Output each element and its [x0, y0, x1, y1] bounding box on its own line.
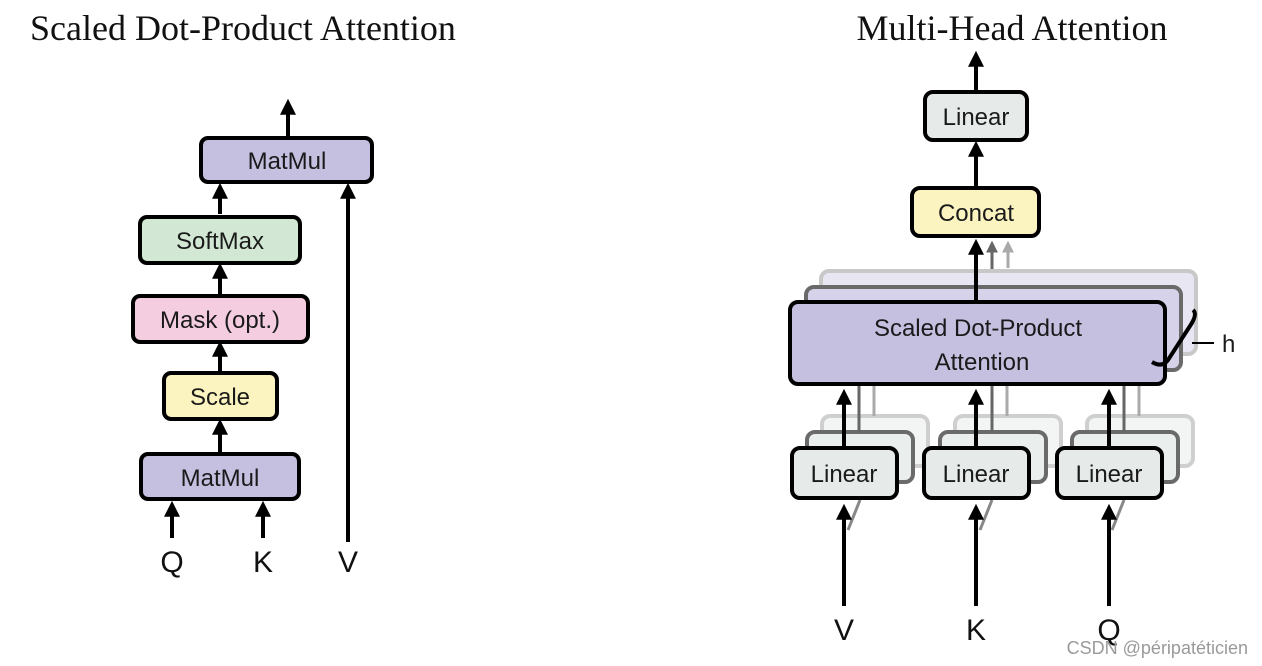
box-sdpa-label-2: Attention: [935, 349, 1030, 376]
box-mask: Mask (opt.): [131, 294, 310, 344]
input-q: Q: [160, 546, 183, 579]
left-title: Scaled Dot-Product Attention: [30, 8, 456, 48]
box-matmul-bottom: MatMul: [139, 452, 301, 501]
box-matmul-bottom-label: MatMul: [181, 465, 260, 492]
box-sdpa-label-1: Scaled Dot-Product: [874, 315, 1082, 342]
box-matmul-top-label: MatMul: [248, 148, 327, 175]
box-linear-k-label: Linear: [943, 461, 1010, 488]
heads-label: h: [1222, 331, 1235, 358]
box-linear-out-label: Linear: [943, 104, 1010, 131]
box-linear-v: Linear: [790, 446, 899, 500]
input-k: K: [253, 546, 273, 579]
box-linear-v-label: Linear: [811, 461, 878, 488]
box-linear-q-label: Linear: [1076, 461, 1143, 488]
input-v: V: [834, 614, 854, 647]
box-linear-k: Linear: [922, 446, 1031, 500]
watermark: CSDN @péripatéticien: [1067, 638, 1248, 658]
input-k: K: [966, 614, 986, 647]
box-sdpa: Scaled Dot-Product Attention: [788, 300, 1167, 386]
right-title: Multi-Head Attention: [857, 8, 1168, 48]
box-scale: Scale: [162, 371, 279, 421]
box-matmul-top: MatMul: [199, 136, 374, 184]
box-softmax: SoftMax: [138, 215, 302, 265]
box-linear-out: Linear: [923, 90, 1029, 142]
box-concat: Concat: [910, 186, 1041, 238]
attention-diagram: Scaled Dot-Product Attention MatMul Soft…: [30, 8, 1248, 658]
box-softmax-label: SoftMax: [176, 228, 264, 255]
box-linear-q: Linear: [1055, 446, 1164, 500]
box-concat-label: Concat: [938, 200, 1014, 227]
box-scale-label: Scale: [190, 384, 250, 411]
box-mask-label: Mask (opt.): [160, 307, 280, 334]
input-v: V: [338, 546, 358, 579]
